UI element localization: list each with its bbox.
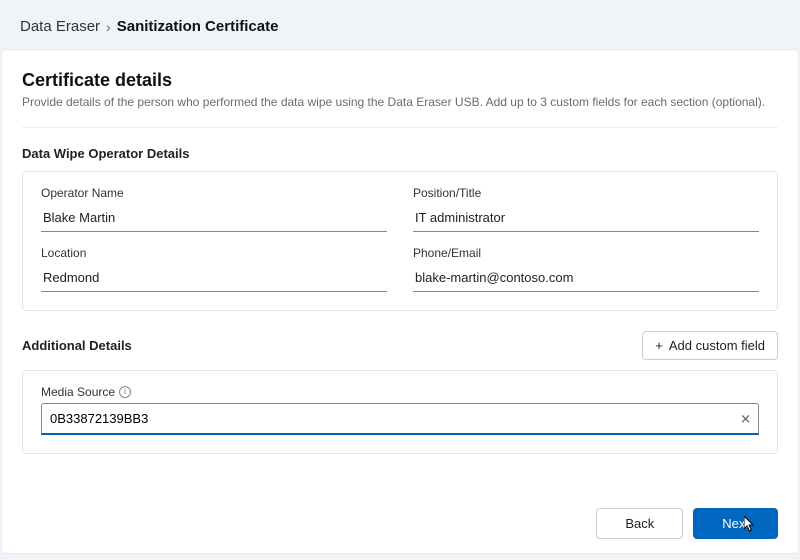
media-source-label-row: Media Source i <box>41 385 759 399</box>
media-source-field: ✕ <box>41 403 759 435</box>
contact-input[interactable] <box>413 264 759 292</box>
next-button[interactable]: Next <box>693 508 778 539</box>
position-label: Position/Title <box>413 186 759 200</box>
media-source-label: Media Source <box>41 385 115 399</box>
location-label: Location <box>41 246 387 260</box>
breadcrumb: Data Eraser › Sanitization Certificate <box>0 0 800 49</box>
position-input[interactable] <box>413 204 759 232</box>
field-location: Location <box>41 246 387 292</box>
add-custom-field-button[interactable]: + Add custom field <box>642 331 778 360</box>
field-position: Position/Title <box>413 186 759 232</box>
breadcrumb-current: Sanitization Certificate <box>117 18 279 35</box>
add-custom-field-label: Add custom field <box>669 338 765 353</box>
additional-group-label: Additional Details <box>22 338 132 353</box>
field-contact: Phone/Email <box>413 246 759 292</box>
operator-group-label: Data Wipe Operator Details <box>22 146 778 161</box>
page-subtitle: Provide details of the person who perfor… <box>22 95 778 109</box>
location-input[interactable] <box>41 264 387 292</box>
divider <box>22 127 778 128</box>
chevron-right-icon: › <box>106 19 111 35</box>
footer-actions: Back Next <box>596 508 778 539</box>
clear-icon[interactable]: ✕ <box>740 413 751 426</box>
field-operator-name: Operator Name <box>41 186 387 232</box>
plus-icon: + <box>655 339 663 352</box>
back-button[interactable]: Back <box>596 508 683 539</box>
page-title: Certificate details <box>22 70 778 91</box>
operator-panel: Operator Name Position/Title Location Ph… <box>22 171 778 311</box>
operator-name-label: Operator Name <box>41 186 387 200</box>
info-icon[interactable]: i <box>119 386 131 398</box>
operator-name-input[interactable] <box>41 204 387 232</box>
breadcrumb-root[interactable]: Data Eraser <box>20 18 100 35</box>
main-card: Certificate details Provide details of t… <box>1 49 799 554</box>
additional-panel: Media Source i ✕ <box>22 370 778 454</box>
media-source-input[interactable] <box>41 403 759 435</box>
contact-label: Phone/Email <box>413 246 759 260</box>
